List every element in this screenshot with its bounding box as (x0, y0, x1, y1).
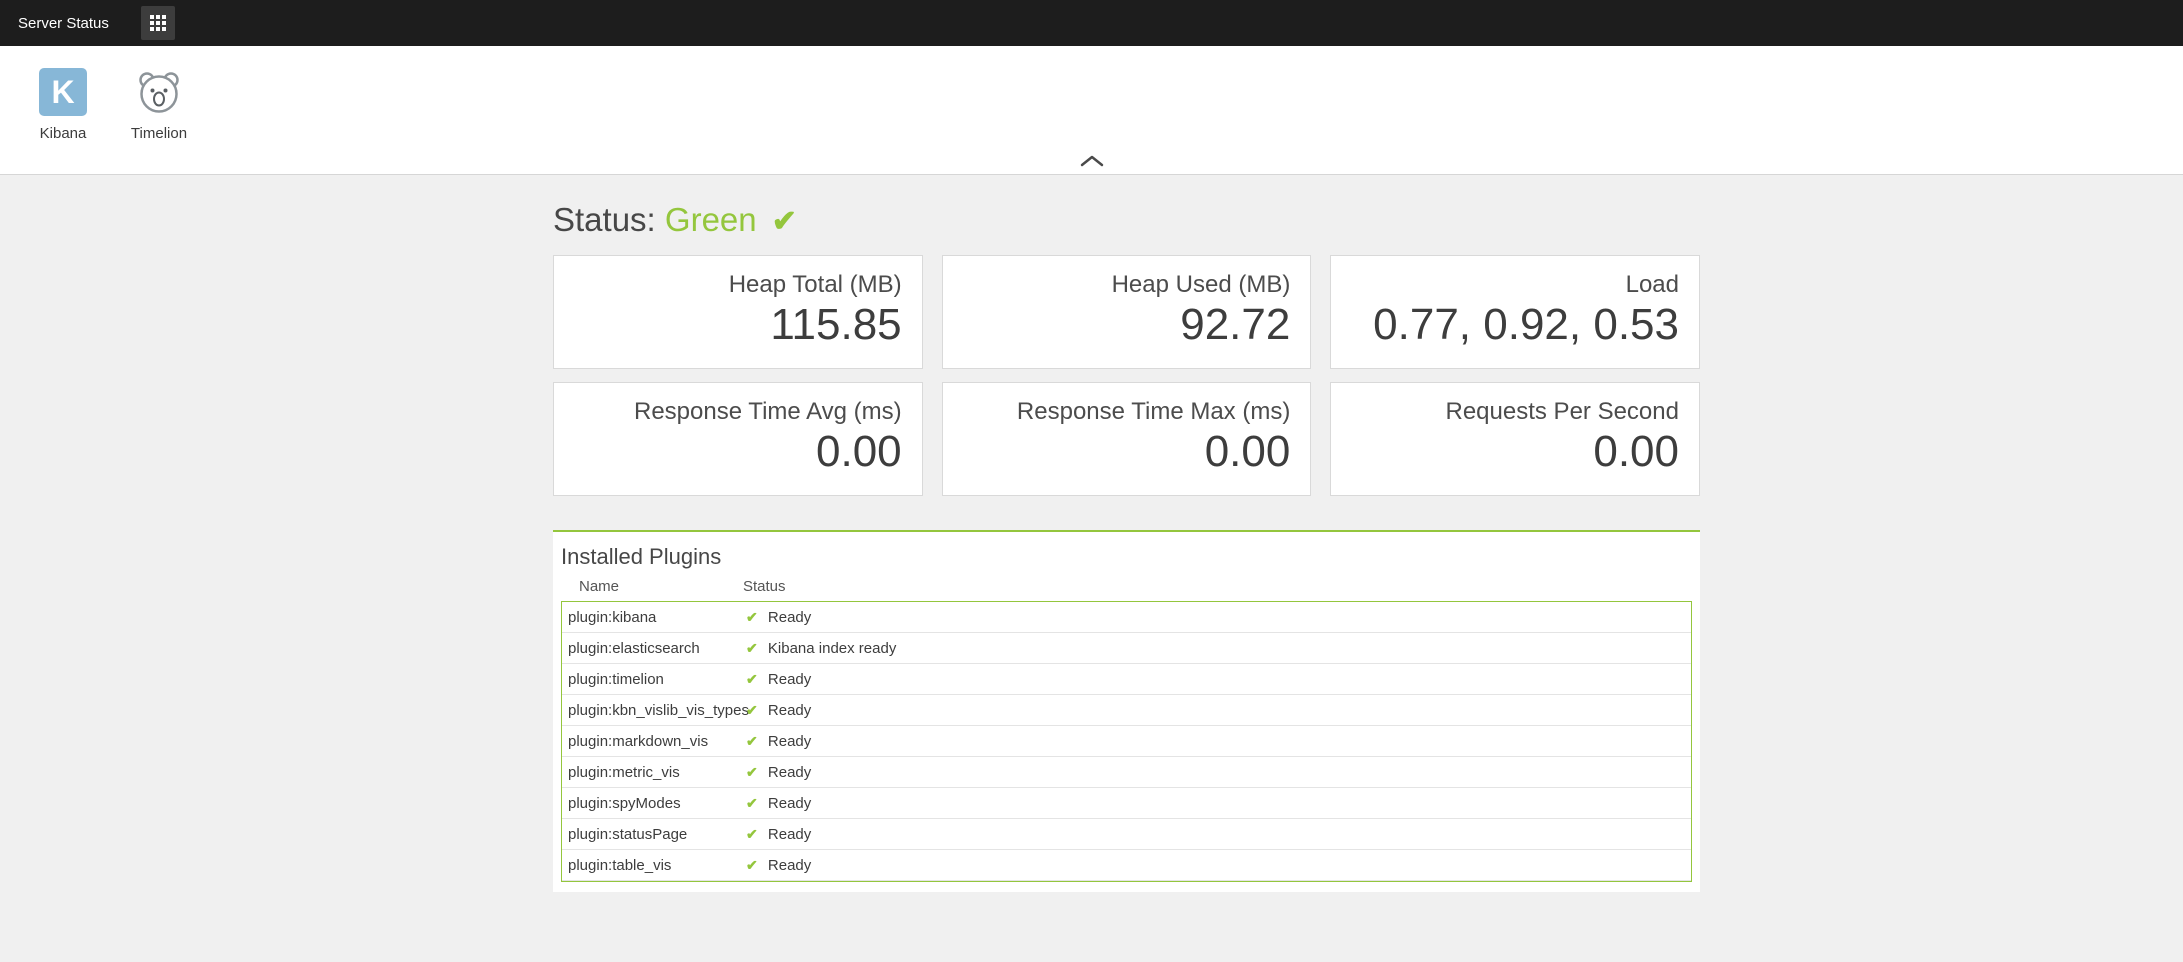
check-icon: ✔ (746, 856, 758, 873)
metrics-grid: Heap Total (MB) 115.85 Heap Used (MB) 92… (553, 255, 1700, 496)
installed-plugins-panel: Installed Plugins Name Status plugin:kib… (553, 530, 1700, 892)
plugin-status: Ready (767, 856, 812, 874)
plugin-row: plugin:kbn_vislib_vis_types ✔ Ready (562, 695, 1691, 726)
plugin-status-cell: ✔ Ready (744, 795, 1691, 812)
metric-name: Response Time Avg (ms) (634, 398, 902, 425)
plugin-name: plugin:timelion (568, 670, 664, 688)
check-icon: ✔ (746, 608, 758, 625)
plugin-name: plugin:elasticsearch (568, 639, 700, 657)
check-icon: ✔ (746, 825, 758, 842)
column-header-name: Name (579, 578, 620, 595)
plugin-status-cell: ✔ Ready (744, 764, 1691, 781)
plugins-table-header: Name Status (561, 578, 1692, 601)
plugin-row: plugin:timelion ✔ Ready (562, 664, 1691, 695)
metric-card: Heap Total (MB) 115.85 (553, 255, 923, 369)
plugin-status-cell: ✔ Kibana index ready (744, 640, 1691, 657)
plugin-status: Ready (767, 732, 812, 750)
metric-value: 0.77, 0.92, 0.53 (1373, 300, 1679, 349)
grid-icon (140, 6, 175, 40)
metric-value: 0.00 (1593, 427, 1679, 476)
plugin-row: plugin:table_vis ✔ Ready (562, 850, 1691, 881)
plugin-status-cell: ✔ Ready (744, 702, 1691, 719)
status-value: Green (664, 201, 757, 238)
check-icon: ✔ (746, 794, 758, 811)
plugin-name: plugin:kbn_vislib_vis_types (568, 701, 749, 719)
timelion-bear-icon (135, 68, 183, 116)
plugin-status: Ready (767, 608, 812, 626)
metric-card: Response Time Max (ms) 0.00 (941, 382, 1312, 496)
topbar: Server Status (0, 0, 2183, 46)
page-title: Status: Green ✔ (553, 201, 1700, 239)
plugin-name: plugin:table_vis (568, 856, 672, 874)
plugin-name: plugin:kibana (568, 608, 657, 626)
app-label-kibana: Kibana (39, 125, 87, 142)
metric-card: Load 0.77, 0.92, 0.53 (1330, 255, 1700, 369)
collapse-chevron-icon[interactable] (1075, 151, 1109, 171)
metric-value: 0.00 (1204, 427, 1291, 476)
plugin-name: plugin:spyModes (568, 794, 681, 812)
check-icon: ✔ (746, 732, 758, 749)
column-header-status: Status (743, 578, 786, 595)
metric-name: Heap Total (MB) (728, 271, 902, 298)
plugin-status: Kibana index ready (767, 639, 897, 657)
status-main-column: Status: Green ✔ Heap Total (MB) 115.85 H… (553, 201, 1700, 892)
plugin-status-cell: ✔ Ready (744, 733, 1691, 750)
metric-name: Load (1625, 271, 1679, 298)
plugin-row: plugin:metric_vis ✔ Ready (562, 757, 1691, 788)
plugin-status-cell: ✔ Ready (744, 857, 1691, 874)
check-icon: ✔ (746, 639, 758, 656)
status-label: Status: (553, 201, 656, 238)
app-launcher-panel: K Kibana Timelion (0, 46, 2183, 175)
plugins-table-body: plugin:kibana ✔ Ready plugin:elasticsear… (561, 601, 1692, 882)
metric-name: Requests Per Second (1445, 398, 1679, 425)
plugin-status-cell: ✔ Ready (744, 826, 1691, 843)
plugin-status: Ready (767, 763, 812, 781)
plugin-row: plugin:markdown_vis ✔ Ready (562, 726, 1691, 757)
status-page: Status: Green ✔ Heap Total (MB) 115.85 H… (0, 175, 2183, 892)
check-icon: ✔ (746, 670, 758, 687)
plugin-row: plugin:spyModes ✔ Ready (562, 788, 1691, 819)
plugin-row: plugin:kibana ✔ Ready (562, 602, 1691, 633)
metric-name: Heap Used (MB) (1111, 271, 1291, 298)
check-icon: ✔ (746, 763, 758, 780)
plugin-name: plugin:metric_vis (568, 763, 680, 781)
metric-name: Response Time Max (ms) (1016, 398, 1291, 425)
app-switcher-button[interactable] (135, 0, 181, 46)
metric-card: Heap Used (MB) 92.72 (941, 255, 1312, 369)
app-title: Server Status (18, 14, 109, 32)
metric-card: Requests Per Second 0.00 (1330, 382, 1700, 496)
status-check-icon: ✔ (771, 205, 797, 238)
metric-value: 0.00 (816, 427, 902, 476)
plugin-row: plugin:elasticsearch ✔ Kibana index read… (562, 633, 1691, 664)
app-tile-kibana[interactable]: K Kibana (30, 68, 96, 174)
plugin-status-cell: ✔ Ready (744, 671, 1691, 688)
plugin-status: Ready (767, 794, 812, 812)
plugin-status: Ready (767, 701, 812, 719)
plugin-status-cell: ✔ Ready (744, 609, 1691, 626)
plugin-status: Ready (767, 825, 812, 843)
metric-value: 92.72 (1180, 300, 1291, 349)
app-tile-timelion[interactable]: Timelion (126, 68, 192, 174)
kibana-icon: K (39, 68, 87, 116)
app-label-timelion: Timelion (130, 125, 188, 142)
check-icon: ✔ (746, 701, 758, 718)
plugins-title: Installed Plugins (561, 544, 722, 569)
plugin-row: plugin:statusPage ✔ Ready (562, 819, 1691, 850)
plugin-name: plugin:markdown_vis (568, 732, 709, 750)
plugin-status: Ready (767, 670, 812, 688)
plugin-name: plugin:statusPage (568, 825, 688, 843)
metric-card: Response Time Avg (ms) 0.00 (553, 382, 923, 496)
metric-value: 115.85 (770, 300, 902, 349)
